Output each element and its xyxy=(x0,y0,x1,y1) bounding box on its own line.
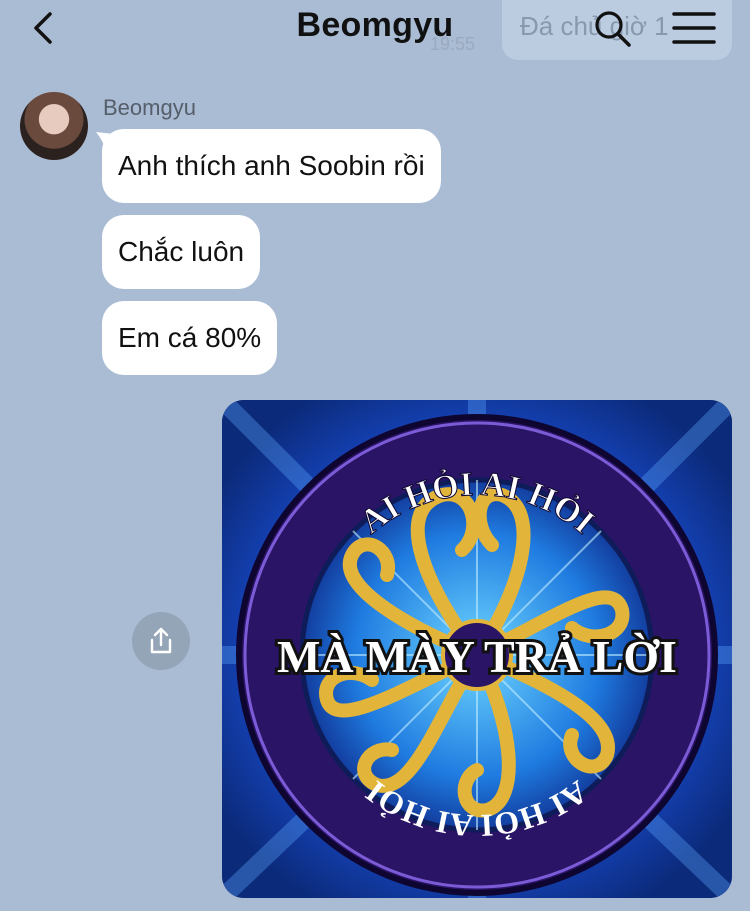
chat-header: Đá chủ giờ 1 19:55 Beomgyu xyxy=(0,0,750,62)
image-message[interactable]: AI HỎI AI HỎI AI HỎI AI HỎI MÀ MÀY TRẢ L… xyxy=(222,400,732,898)
share-icon xyxy=(150,627,172,654)
meme-main-text: MÀ MÀY TRẢ LỜI xyxy=(277,631,677,682)
message-bubble[interactable]: Chắc luôn xyxy=(102,215,261,289)
chat-title: Beomgyu xyxy=(296,6,454,44)
sender-name: Beomgyu xyxy=(103,95,196,120)
share-button[interactable] xyxy=(132,612,190,670)
sender-avatar[interactable] xyxy=(20,92,88,160)
meme-image: AI HỎI AI HỎI AI HỎI AI HỎI MÀ MÀY TRẢ L… xyxy=(222,400,732,898)
menu-icon xyxy=(672,12,716,44)
search-button[interactable] xyxy=(592,8,632,48)
message-bubble[interactable]: Anh thích anh Soobin rồi xyxy=(102,129,441,203)
search-icon xyxy=(595,11,631,47)
menu-button[interactable] xyxy=(672,10,716,46)
message-bubble[interactable]: Em cá 80% xyxy=(102,301,278,375)
